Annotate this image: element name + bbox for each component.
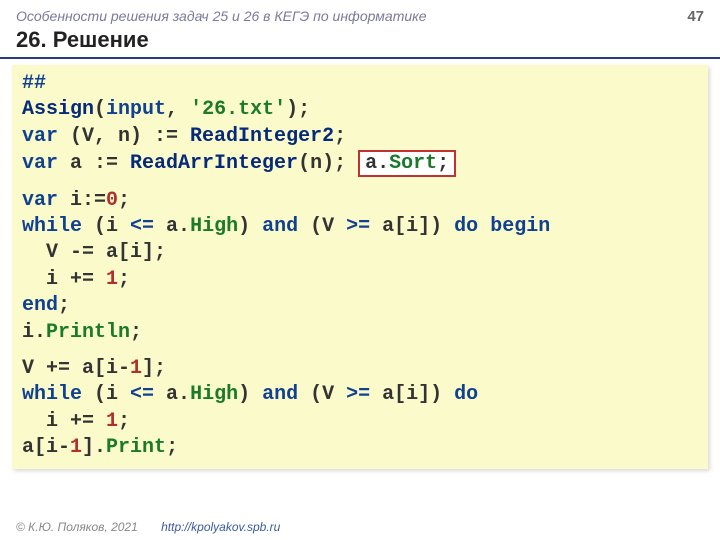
code-token: <= (130, 215, 154, 238)
code-token: <= (130, 383, 154, 406)
code-keyword: begin (490, 215, 550, 238)
code-token: >= (346, 215, 370, 238)
code-method: High (190, 215, 238, 238)
code-number: 1 (106, 410, 118, 433)
code-keyword: do (454, 215, 478, 238)
code-token: ]. (82, 436, 106, 459)
code-block: ## Assign(input, '26.txt'); var (V, n) :… (12, 65, 708, 469)
code-token: (i (82, 215, 130, 238)
code-token: (V (298, 215, 346, 238)
code-token: ) (238, 215, 262, 238)
code-token: a. (154, 215, 190, 238)
code-token: ReadInteger2 (190, 125, 334, 148)
code-line: ## (22, 72, 46, 95)
code-token: ; (118, 268, 130, 291)
code-number: 1 (106, 268, 118, 291)
code-keyword: var (22, 125, 58, 148)
code-token: ( (94, 98, 106, 121)
code-token: ; (437, 152, 449, 175)
code-method: Println (46, 321, 130, 344)
code-token: ReadArrInteger (130, 152, 298, 175)
slide-footer: © К.Ю. Поляков, 2021 http://kpolyakov.sp… (16, 520, 280, 534)
code-string: '26.txt' (190, 98, 286, 121)
code-token: a. (365, 152, 389, 175)
code-token: ); (286, 98, 310, 121)
code-keyword: and (262, 215, 298, 238)
code-number: 0 (106, 189, 118, 212)
code-keyword: var (22, 152, 58, 175)
code-token: i:= (58, 189, 106, 212)
code-token: i += (22, 410, 106, 433)
page-number: 47 (687, 8, 704, 25)
code-token: ) (238, 383, 262, 406)
code-keyword: end (22, 294, 58, 317)
code-token: Assign (22, 98, 94, 121)
code-number: 1 (70, 436, 82, 459)
code-token: input (106, 98, 166, 121)
code-number: 1 (130, 357, 142, 380)
code-token: ; (118, 189, 130, 212)
code-method: High (190, 383, 238, 406)
code-keyword: do (454, 383, 478, 406)
code-token: (i (82, 383, 130, 406)
copyright-text: © К.Ю. Поляков, 2021 (16, 520, 138, 534)
code-token: >= (346, 383, 370, 406)
code-token: ]; (142, 357, 166, 380)
slide-header: Особенности решения задач 25 и 26 в КЕГЭ… (0, 0, 720, 25)
code-token: a[i]) (370, 383, 454, 406)
code-keyword: and (262, 383, 298, 406)
code-token: ; (166, 436, 178, 459)
code-token: a := (58, 152, 130, 175)
code-keyword: while (22, 215, 82, 238)
code-token: V += a[i- (22, 357, 130, 380)
code-token: (V, n) := (58, 125, 190, 148)
code-token: a[i- (22, 436, 70, 459)
code-token: ; (130, 321, 142, 344)
code-keyword: while (22, 383, 82, 406)
highlight-box: a.Sort; (358, 150, 456, 177)
code-token: i += (22, 268, 106, 291)
code-token: i. (22, 321, 46, 344)
code-line: V -= a[i]; (22, 241, 166, 264)
code-token: , (166, 98, 190, 121)
code-token: a[i]) (370, 215, 454, 238)
code-token: ; (118, 410, 130, 433)
code-token: (V (298, 383, 346, 406)
code-token (478, 215, 490, 238)
page-title: 26. Решение (0, 25, 720, 59)
code-token: a. (154, 383, 190, 406)
code-method: Sort (389, 152, 437, 175)
code-token: (n); (298, 152, 358, 175)
code-token: ; (58, 294, 70, 317)
code-method: Print (106, 436, 166, 459)
slide-subtitle: Особенности решения задач 25 и 26 в КЕГЭ… (16, 8, 427, 25)
code-token: ; (334, 125, 346, 148)
code-keyword: var (22, 189, 58, 212)
footer-url: http://kpolyakov.spb.ru (161, 520, 280, 534)
